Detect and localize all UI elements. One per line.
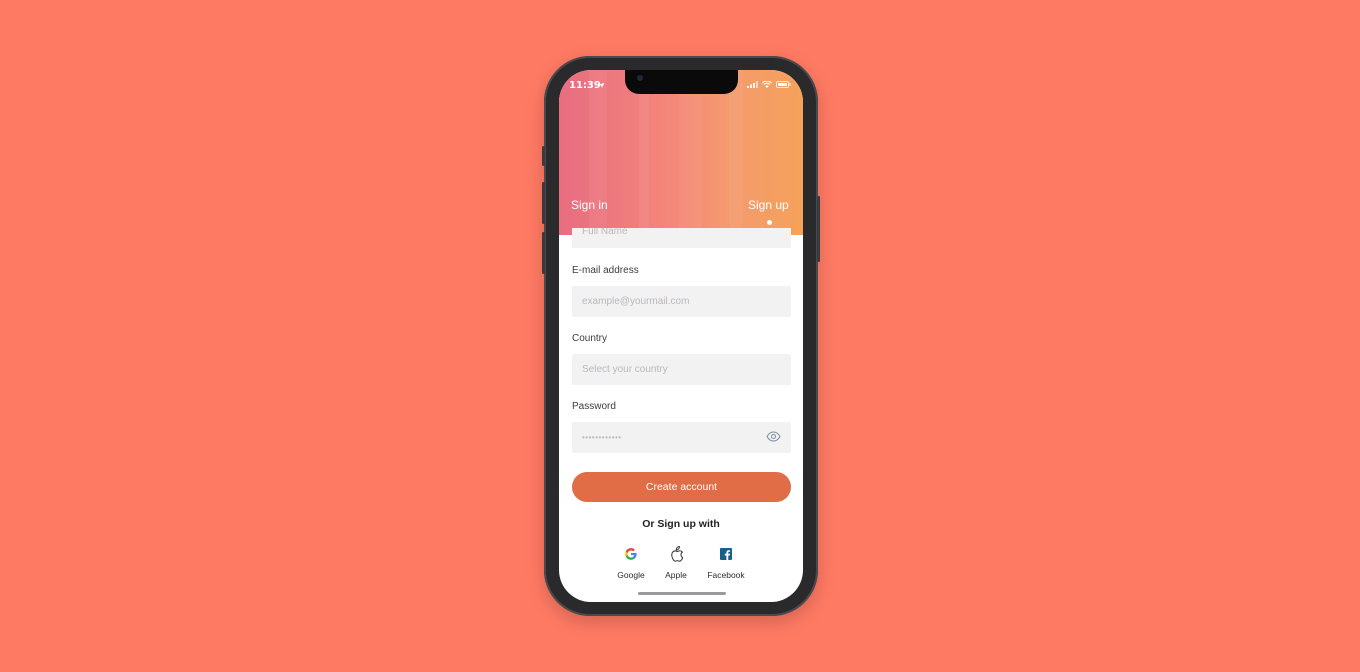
facebook-signup-button[interactable]: Facebook: [701, 544, 751, 580]
full-name-placeholder: Full Name: [582, 228, 628, 237]
password-value: ••••••••••••: [582, 433, 622, 442]
power-button: [817, 196, 820, 262]
device-notch: [625, 70, 738, 94]
app-screen: 11:39 Sign in Sign up Full Name E-mail a…: [559, 70, 803, 602]
phone-frame: 11:39 Sign in Sign up Full Name E-mail a…: [542, 56, 820, 616]
status-icons: [747, 81, 791, 88]
google-signup-button[interactable]: Google: [606, 544, 656, 580]
password-field[interactable]: ••••••••••••: [572, 422, 791, 453]
tab-sign-up[interactable]: Sign up: [748, 198, 789, 212]
tab-sign-in[interactable]: Sign in: [571, 198, 608, 212]
cellular-signal-icon: [747, 81, 758, 88]
location-arrow-icon: [598, 82, 605, 89]
facebook-label: Facebook: [707, 570, 745, 580]
status-time: 11:39: [569, 80, 601, 91]
wifi-icon: [762, 81, 772, 88]
country-placeholder: Select your country: [582, 364, 668, 375]
country-label: Country: [572, 333, 608, 344]
apple-icon: [671, 546, 683, 562]
google-icon: [625, 548, 637, 560]
battery-icon: [776, 81, 791, 88]
email-field[interactable]: example@yourmail.com: [572, 286, 791, 317]
active-tab-indicator: [767, 220, 772, 225]
facebook-icon: [720, 548, 732, 560]
full-name-input[interactable]: Full Name: [572, 228, 791, 248]
silent-switch: [542, 146, 545, 166]
create-account-button[interactable]: Create account: [572, 472, 791, 502]
apple-signup-button[interactable]: Apple: [651, 544, 701, 580]
email-label: E-mail address: [572, 265, 639, 276]
google-label: Google: [617, 570, 645, 580]
volume-down-button: [542, 232, 545, 274]
country-select[interactable]: Select your country: [572, 354, 791, 385]
eye-icon[interactable]: [766, 431, 781, 442]
camera-icon: [637, 75, 643, 81]
header-banner: 11:39 Sign in Sign up: [559, 70, 803, 235]
apple-label: Apple: [665, 570, 687, 580]
password-label: Password: [572, 401, 616, 412]
volume-up-button: [542, 182, 545, 224]
home-indicator[interactable]: [638, 592, 726, 595]
email-placeholder: example@yourmail.com: [582, 296, 690, 307]
social-heading: Or Sign up with: [642, 518, 720, 530]
